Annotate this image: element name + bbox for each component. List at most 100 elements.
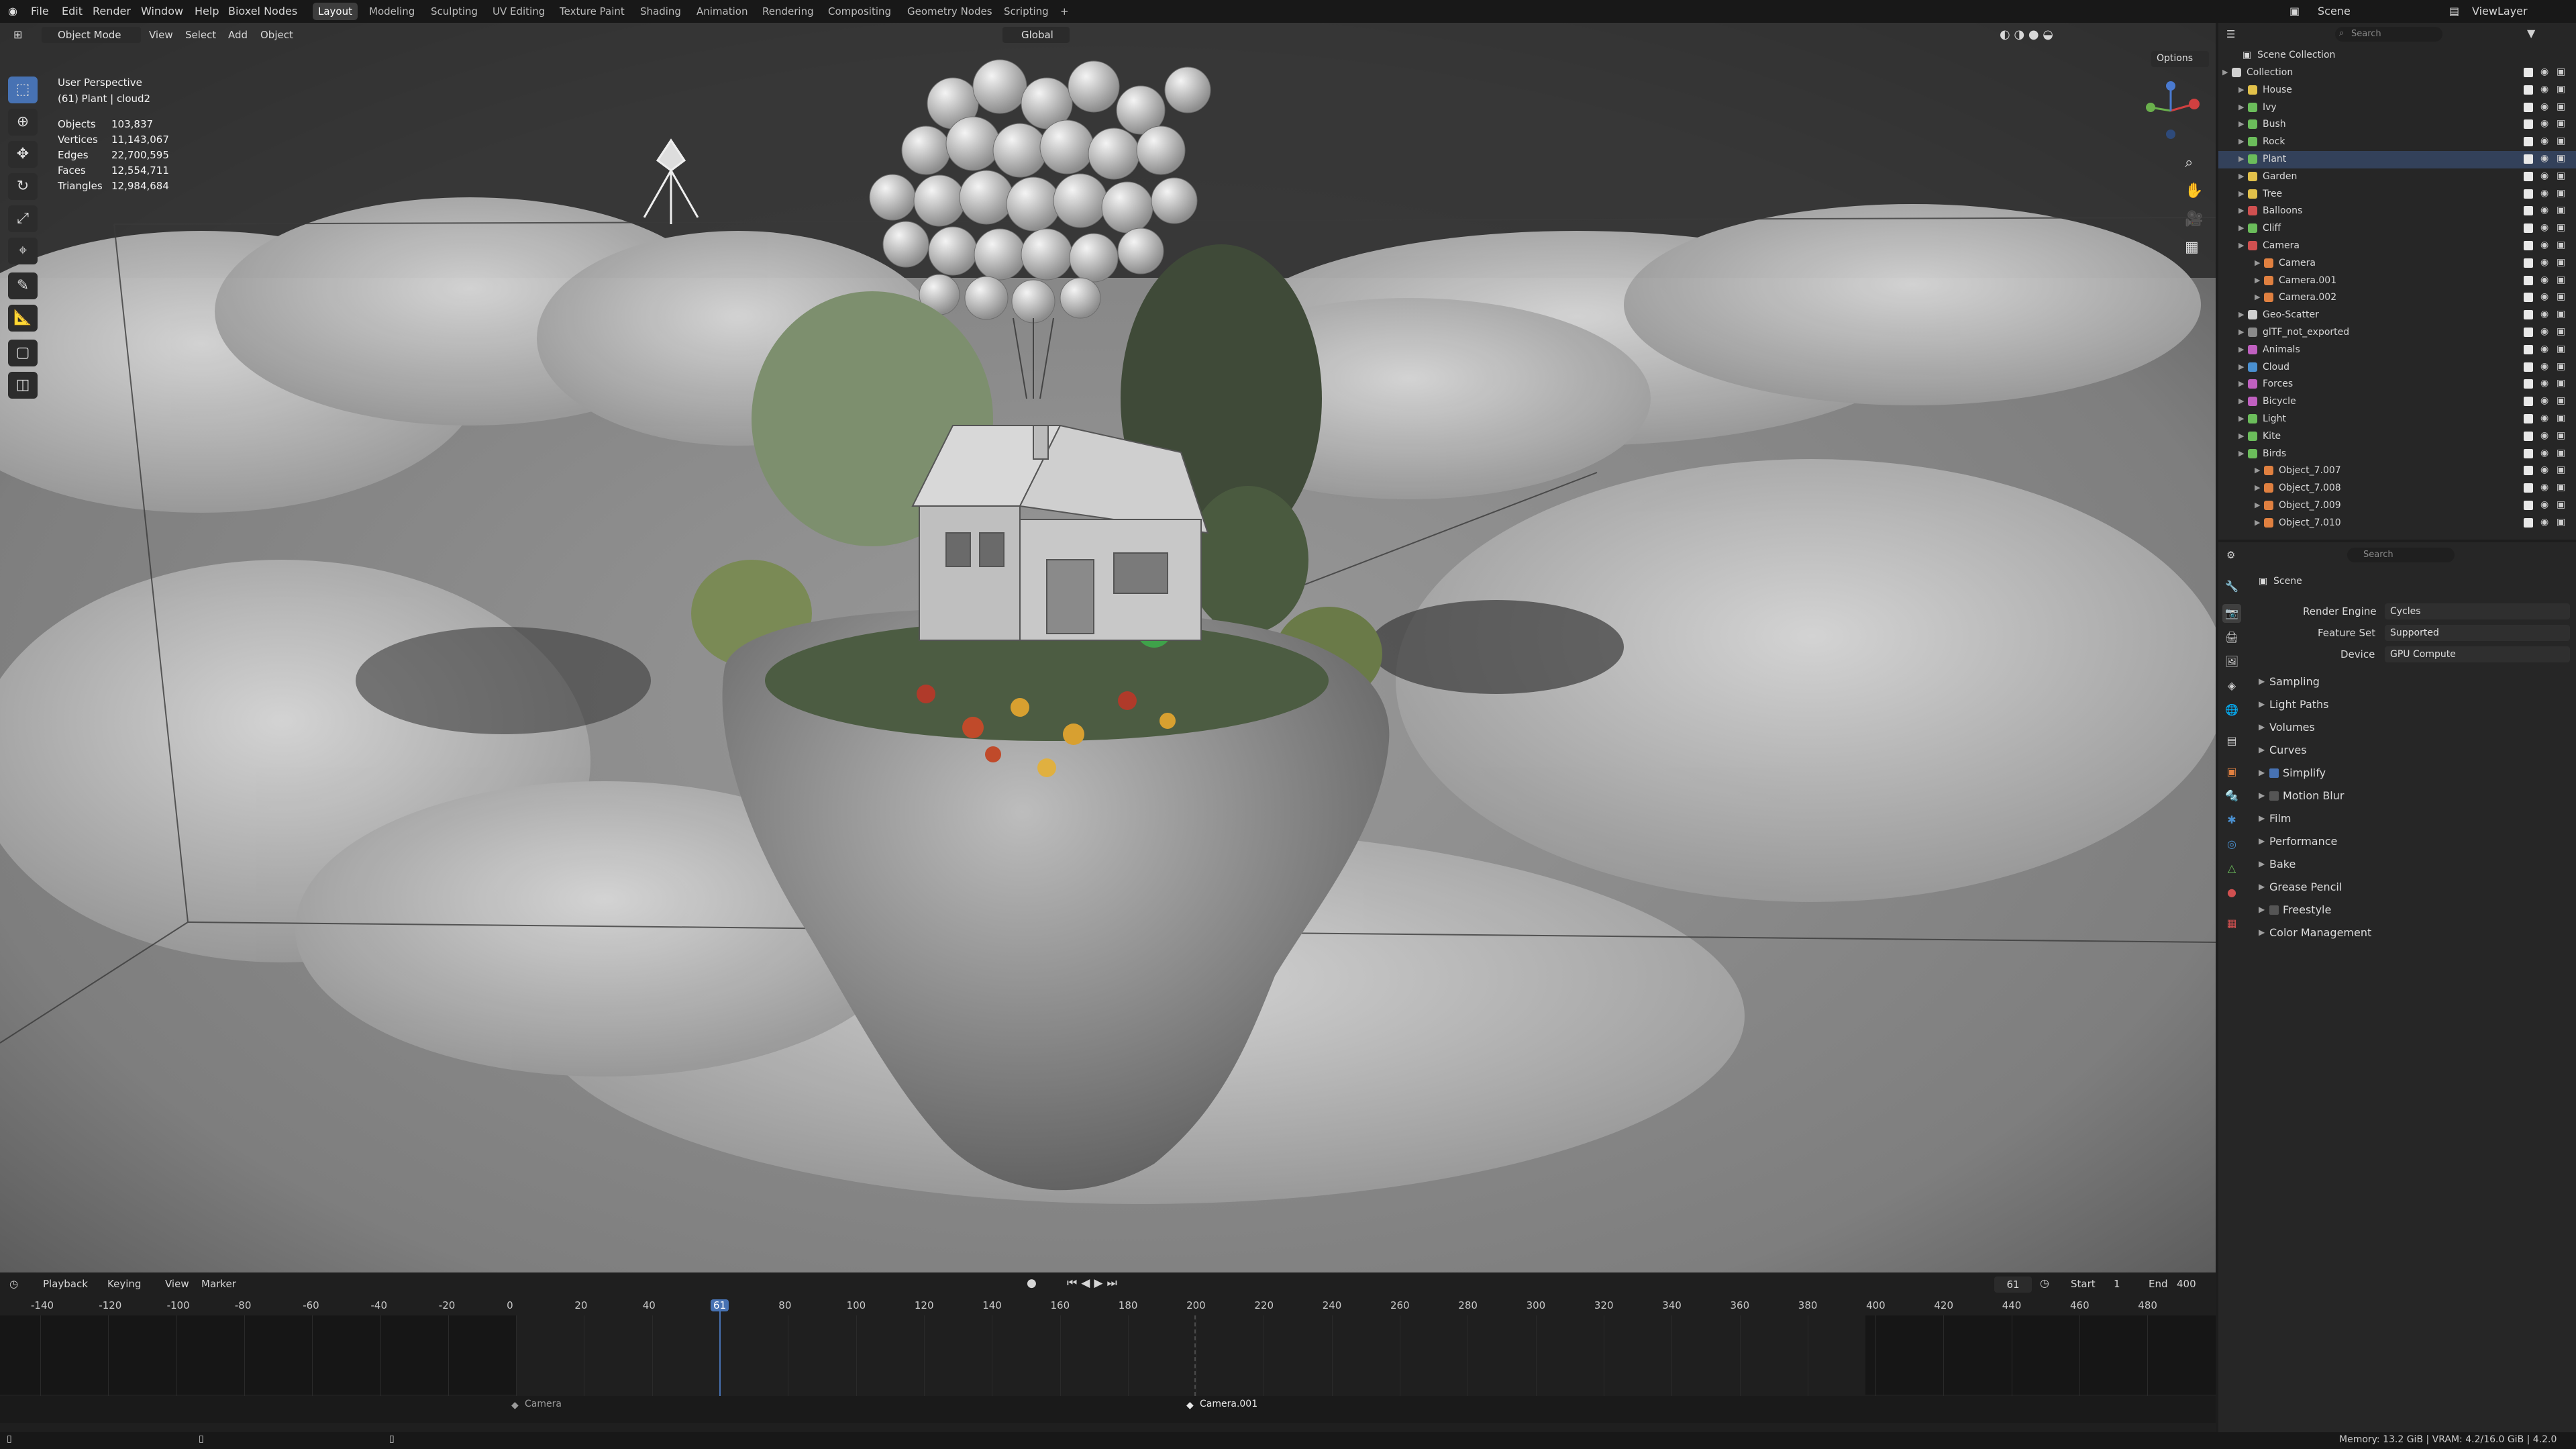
render-camera-icon[interactable]: ▣ — [2557, 464, 2565, 475]
outliner-row[interactable]: ▶ Camera.002 ◉ ▣ — [2218, 289, 2576, 307]
panel-header-label[interactable]: Light Paths — [2269, 698, 2329, 711]
panel-header-label[interactable]: Film — [2269, 812, 2291, 825]
outliner-row[interactable]: ▶ Camera ◉ ▣ — [2218, 238, 2576, 255]
properties-editor-icon[interactable]: ⚙ — [2226, 549, 2235, 561]
panel-expand-icon[interactable]: ▶ — [2259, 768, 2265, 777]
visibility-eye-icon[interactable]: ◉ — [2540, 482, 2548, 493]
outliner-row[interactable]: ▶ Birds ◉ ▣ — [2218, 446, 2576, 463]
expand-arrow-icon[interactable]: ▶ — [2238, 362, 2244, 371]
visibility-eye-icon[interactable]: ◉ — [2540, 326, 2548, 337]
outliner-row[interactable]: ▶ glTF_not_exported ◉ ▣ — [2218, 324, 2576, 342]
render-camera-icon[interactable]: ▣ — [2557, 118, 2565, 129]
tool-tab-icon[interactable]: 🔧 — [2222, 577, 2241, 596]
outliner-row[interactable]: ▶ Object_7.007 ◉ ▣ — [2218, 462, 2576, 480]
editor-type-icon[interactable]: ⊞ — [13, 28, 22, 41]
tab-modeling[interactable]: Modeling — [364, 3, 420, 20]
visibility-eye-icon[interactable]: ◉ — [2540, 395, 2548, 406]
outliner-row[interactable]: ▶ Cloud ◉ ▣ — [2218, 359, 2576, 377]
exclude-checkbox[interactable] — [2524, 397, 2533, 407]
visibility-eye-icon[interactable]: ◉ — [2540, 291, 2548, 302]
panel-expand-icon[interactable]: ▶ — [2259, 836, 2265, 846]
tab-uv-editing[interactable]: UV Editing — [487, 3, 550, 20]
panel-expand-icon[interactable]: ▶ — [2259, 882, 2265, 891]
visibility-eye-icon[interactable]: ◉ — [2540, 205, 2548, 215]
world-tab-icon[interactable]: 🌐 — [2222, 701, 2241, 719]
exclude-checkbox[interactable] — [2524, 119, 2533, 130]
exclude-checkbox[interactable] — [2524, 431, 2533, 441]
expand-arrow-icon[interactable]: ▶ — [2255, 501, 2260, 509]
data-tab-icon[interactable]: △ — [2222, 859, 2241, 878]
exclude-checkbox[interactable] — [2524, 293, 2533, 303]
move-tool-icon[interactable]: ✥ — [8, 141, 38, 168]
render-camera-icon[interactable]: ▣ — [2557, 430, 2565, 441]
tab-geometry-nodes[interactable]: Geometry Nodes — [902, 3, 998, 20]
visibility-eye-icon[interactable]: ◉ — [2540, 118, 2548, 129]
tab-shading[interactable]: Shading — [635, 3, 686, 20]
tab-rendering[interactable]: Rendering — [757, 3, 819, 20]
render-camera-icon[interactable]: ▣ — [2557, 136, 2565, 146]
auto-keying-icon[interactable]: ● — [1027, 1277, 1037, 1290]
render-camera-icon[interactable]: ▣ — [2557, 344, 2565, 354]
measure-tool-icon[interactable]: 📐 — [8, 305, 38, 332]
render-camera-icon[interactable]: ▣ — [2557, 153, 2565, 164]
add-workspace-button[interactable]: + — [1055, 3, 1074, 20]
3d-viewport[interactable]: ⊞ Object Mode View Select Add Object Glo… — [0, 23, 2216, 1272]
panel-header-label[interactable]: Volumes — [2269, 721, 2315, 734]
expand-arrow-icon[interactable]: ▶ — [2255, 466, 2260, 474]
tab-layout[interactable]: Layout — [313, 3, 358, 20]
visibility-eye-icon[interactable]: ◉ — [2540, 101, 2548, 112]
render-camera-icon[interactable]: ▣ — [2557, 361, 2565, 372]
tab-compositing[interactable]: Compositing — [823, 3, 896, 20]
render-camera-icon[interactable]: ▣ — [2557, 188, 2565, 199]
menu-object[interactable]: Object — [260, 29, 293, 41]
render-camera-icon[interactable]: ▣ — [2557, 413, 2565, 423]
expand-arrow-icon[interactable]: ▶ — [2238, 119, 2244, 128]
end-frame-field[interactable]: 400 — [2177, 1278, 2196, 1290]
visibility-eye-icon[interactable]: ◉ — [2540, 222, 2548, 233]
render-camera-icon[interactable]: ▣ — [2557, 499, 2565, 510]
panel-header-label[interactable]: Sampling — [2269, 675, 2320, 688]
outliner-row[interactable]: ▶ Object_7.010 ◉ ▣ — [2218, 515, 2576, 532]
visibility-eye-icon[interactable]: ◉ — [2540, 517, 2548, 528]
outliner-row[interactable]: ▶ Bicycle ◉ ▣ — [2218, 393, 2576, 411]
outliner-row[interactable]: ▶ Light ◉ ▣ — [2218, 411, 2576, 428]
exclude-checkbox[interactable] — [2524, 344, 2533, 354]
expand-arrow-icon[interactable]: ▶ — [2255, 293, 2260, 301]
scale-tool-icon[interactable]: ⤢ — [8, 205, 38, 232]
add-object-tool-icon[interactable]: ◫ — [8, 372, 38, 399]
panel-expand-icon[interactable]: ▶ — [2259, 905, 2265, 914]
feature-set-dropdown[interactable]: Supported — [2385, 625, 2570, 641]
outliner-row[interactable]: ▶ Ivy ◉ ▣ — [2218, 99, 2576, 117]
visibility-eye-icon[interactable]: ◉ — [2540, 309, 2548, 319]
modifier-tab-icon[interactable]: 🔩 — [2222, 787, 2241, 805]
render-camera-icon[interactable]: ▣ — [2557, 274, 2565, 285]
panel-enable-checkbox[interactable] — [2269, 768, 2279, 778]
render-camera-icon[interactable]: ▣ — [2557, 291, 2565, 302]
texture-tab-icon[interactable]: ▦ — [2222, 914, 2241, 933]
panel-expand-icon[interactable]: ▶ — [2259, 699, 2265, 709]
panel-expand-icon[interactable]: ▶ — [2259, 722, 2265, 732]
blender-logo-icon[interactable]: ◉ — [8, 5, 17, 17]
outliner-row[interactable]: ▶ Object_7.009 ◉ ▣ — [2218, 497, 2576, 515]
visibility-eye-icon[interactable]: ◉ — [2540, 430, 2548, 441]
current-frame-field[interactable]: 61 — [1994, 1277, 2032, 1293]
visibility-eye-icon[interactable]: ◉ — [2540, 448, 2548, 458]
exclude-checkbox[interactable] — [2524, 102, 2533, 112]
select-box-tool-icon[interactable]: ⬚ — [8, 77, 38, 103]
tab-texture-paint[interactable]: Texture Paint — [554, 3, 630, 20]
visibility-eye-icon[interactable]: ◉ — [2540, 170, 2548, 181]
outliner-row[interactable]: ▶ Cliff ◉ ▣ — [2218, 220, 2576, 238]
menu-bioxel-nodes[interactable]: Bioxel Nodes — [228, 5, 297, 17]
outliner-row[interactable]: ▶ Balloons ◉ ▣ — [2218, 203, 2576, 220]
expand-arrow-icon[interactable]: ▶ — [2238, 223, 2244, 232]
panel-header-label[interactable]: Bake — [2269, 858, 2296, 870]
panel-expand-icon[interactable]: ▶ — [2259, 677, 2265, 686]
render-camera-icon[interactable]: ▣ — [2557, 326, 2565, 337]
expand-arrow-icon[interactable]: ▶ — [2238, 241, 2244, 250]
exclude-checkbox[interactable] — [2524, 189, 2533, 199]
exclude-checkbox[interactable] — [2524, 448, 2533, 458]
navigation-gizmo[interactable] — [2141, 81, 2201, 141]
exclude-checkbox[interactable] — [2524, 85, 2533, 95]
visibility-eye-icon[interactable]: ◉ — [2540, 344, 2548, 354]
scene-selector[interactable]: Scene — [2318, 5, 2351, 17]
